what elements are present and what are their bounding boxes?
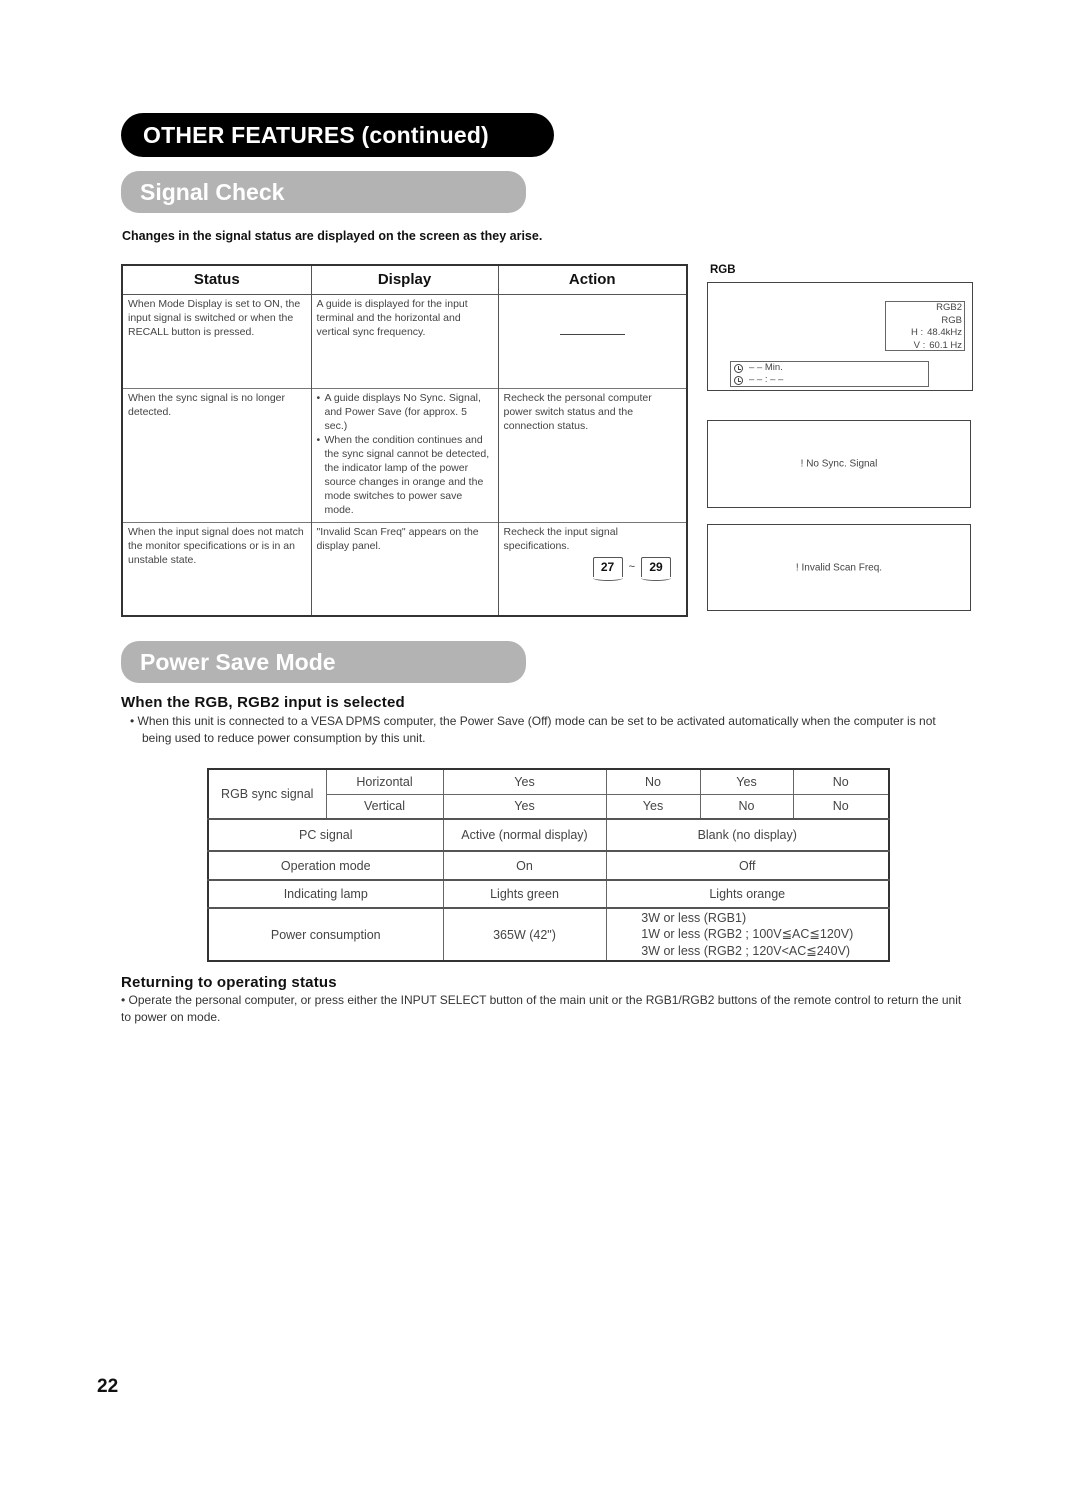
power-consumption-row: Power consumption 365W (42") 3W or less … <box>207 907 890 962</box>
sync-horizontal-row: RGB sync signal Horizontal Yes No Yes No <box>207 768 890 820</box>
power-line: 3W or less (RGB2 ; 120V<AC≦240V) <box>641 943 851 958</box>
v-value: 60.1 Hz <box>929 339 962 351</box>
status-cell: When Mode Display is set to ON, the inpu… <box>121 293 312 388</box>
status-cell: When the sync signal is no longer detect… <box>121 387 312 522</box>
invalid-scan-screen-illustration: ! Invalid Scan Freq. <box>707 524 971 611</box>
sleep-timer-icon <box>734 363 743 373</box>
header-status: Status <box>121 264 312 295</box>
osd-horizontal: H : 48.4kHz <box>886 327 962 340</box>
invalid-scan-message: ! Invalid Scan Freq. <box>795 562 883 573</box>
h-value: 48.4kHz <box>927 327 962 338</box>
action-cell: Recheck the input signal specifications.… <box>497 521 688 616</box>
status-cell: When the input signal does not match the… <box>121 521 312 616</box>
display-bullet: When the condition continues and the syn… <box>317 433 493 517</box>
action-text: Recheck the input signal specifications. <box>503 525 618 552</box>
display-cell: A guide is displayed for the input termi… <box>310 293 499 388</box>
on-value: On <box>442 850 607 881</box>
no-sync-screen-illustration: ! No Sync. Signal <box>707 420 971 508</box>
power-save-description: • When this unit is connected to a VESA … <box>130 714 936 745</box>
clock-icon <box>734 375 743 385</box>
on-value: Lights green <box>442 879 607 909</box>
power-save-table: RGB sync signal Horizontal Yes No Yes No… <box>207 768 890 962</box>
table-row: When the input signal does not match the… <box>121 521 688 616</box>
header-action: Action <box>497 264 688 295</box>
table-cell: No <box>792 793 890 820</box>
table-cell: Yes <box>699 768 794 795</box>
power-line: 3W or less (RGB1) <box>641 910 747 925</box>
v-label: V : <box>913 339 926 351</box>
page-range-separator: ~ <box>628 560 635 573</box>
vertical-label: Vertical <box>325 793 444 820</box>
table-cell: Yes <box>605 793 701 820</box>
section-title-banner: OTHER FEATURES (continued) <box>121 113 554 157</box>
sync-signal-label: RGB sync signal <box>207 768 327 820</box>
returning-description: • Operate the personal computer, or pres… <box>121 993 962 1024</box>
clock-row: – – : – – <box>734 374 928 386</box>
table-row: Operation mode On Off <box>207 850 890 881</box>
signal-check-table: Status Display Action When Mode Display … <box>121 264 688 617</box>
header-display: Display <box>310 264 499 295</box>
table-cell: No <box>792 768 890 795</box>
no-action-dash <box>559 333 625 335</box>
book-page-ref-icon[interactable]: 27 <box>592 556 623 581</box>
input-info-osd: RGB2 RGB H : 48.4kHz V : 60.1 Hz <box>885 301 965 351</box>
row-label: Indicating lamp <box>207 879 444 909</box>
rgb-screen-label: RGB <box>710 264 736 276</box>
table-cell: Yes <box>442 768 607 795</box>
rgb-input-subheading: When the RGB, RGB2 input is selected <box>121 694 405 711</box>
row-label: Power consumption <box>207 907 444 962</box>
sleep-timer-row: – – Min. <box>734 362 928 374</box>
on-value: Active (normal display) <box>442 818 607 852</box>
power-save-heading: Power Save Mode <box>121 641 526 683</box>
osd-signal: RGB <box>941 314 962 326</box>
table-row: When the sync signal is no longer detect… <box>121 387 688 522</box>
signal-check-intro: Changes in the signal status are display… <box>122 229 543 243</box>
action-cell <box>497 293 688 388</box>
row-label: Operation mode <box>207 850 444 881</box>
off-value: Lights orange <box>605 879 890 909</box>
returning-subheading: Returning to operating status <box>121 974 337 991</box>
sleep-timer-text: – – Min. <box>749 362 783 373</box>
off-value: Off <box>605 850 890 881</box>
display-cell: A guide displays No Sync. Signal, and Po… <box>310 387 499 522</box>
book-page-ref-icon[interactable]: 29 <box>641 556 671 581</box>
table-row: PC signal Active (normal display) Blank … <box>207 818 890 852</box>
osd-vertical: V : 60.1 Hz <box>886 340 962 353</box>
rgb-screen-illustration: RGB2 RGB H : 48.4kHz V : 60.1 Hz – – Min… <box>707 282 973 391</box>
display-bullet: A guide displays No Sync. Signal, and Po… <box>317 391 493 433</box>
clock-text: – – : – – <box>749 374 784 385</box>
display-cell: "Invalid Scan Freq" appears on the displ… <box>310 521 499 616</box>
no-sync-message: ! No Sync. Signal <box>800 458 878 470</box>
timer-osd: – – Min. – – : – – <box>730 361 929 387</box>
action-cell: Recheck the personal computer power swit… <box>497 387 688 522</box>
table-cell: No <box>605 768 701 795</box>
page-references: 27 ~ 29 <box>504 556 682 581</box>
signal-check-heading: Signal Check <box>121 171 526 213</box>
off-value: Blank (no display) <box>605 818 890 852</box>
power-line: 1W or less (RGB2 ; 100V≦AC≦120V) <box>641 927 854 942</box>
osd-input: RGB2 <box>936 302 962 313</box>
table-cell: Yes <box>442 793 607 820</box>
off-value: 3W or less (RGB1) 1W or less (RGB2 ; 100… <box>605 907 890 962</box>
row-label: PC signal <box>207 818 444 852</box>
page-number: 22 <box>97 1376 119 1397</box>
table-cell: No <box>699 793 794 820</box>
on-value: 365W (42") <box>442 907 607 962</box>
table-row: Indicating lamp Lights green Lights oran… <box>207 879 890 909</box>
table-row: When Mode Display is set to ON, the inpu… <box>121 293 688 388</box>
horizontal-label: Horizontal <box>325 768 444 795</box>
h-label: H : <box>911 327 924 338</box>
